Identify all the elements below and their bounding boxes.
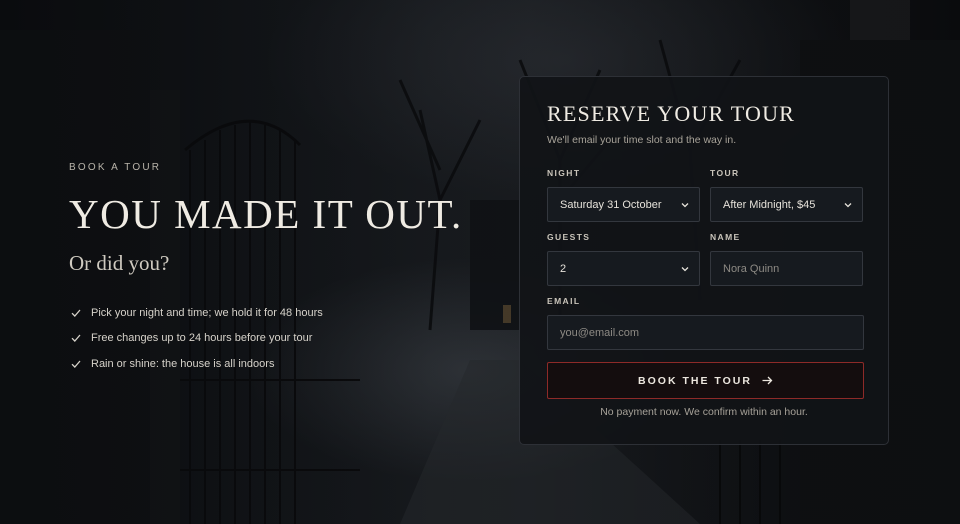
tour-select[interactable]: After Midnight, $45 [710,187,863,222]
check-icon [71,333,81,343]
tour-label: TOUR [710,168,740,178]
book-tour-button[interactable]: BOOK THE TOUR [547,362,864,399]
reservation-form: RESERVE YOUR TOUR We'll email your time … [519,76,889,445]
night-select-value: Saturday 31 October [560,198,662,211]
book-tour-button-label: BOOK THE TOUR [638,374,752,387]
night-select[interactable]: Saturday 31 October [547,187,700,222]
hero-subline: Or did you? [69,251,170,275]
hero-section: BOOK A TOUR YOU MADE IT OUT. Or did you?… [69,162,489,377]
benefit-item: Free changes up to 24 hours before your … [69,326,489,352]
tour-select-value: After Midnight, $45 [723,198,816,211]
name-label: NAME [710,232,741,242]
tour-field: TOUR After Midnight, $45 [710,168,863,222]
arrow-right-icon [762,376,773,385]
email-input[interactable]: you@email.com [547,315,864,350]
benefit-item: Rain or shine: the house is all indoors [69,351,489,377]
guests-select-value: 2 [560,262,567,275]
benefit-item: Pick your night and time; we hold it for… [69,300,489,326]
check-icon [71,308,81,318]
benefit-text: Free changes up to 24 hours before your … [91,332,313,345]
guests-select[interactable]: 2 [547,251,700,286]
form-title: RESERVE YOUR TOUR [547,101,796,126]
email-field: EMAIL you@email.com [547,296,864,350]
name-input-placeholder: Nora Quinn [723,262,780,275]
email-label: EMAIL [547,296,581,306]
hero-headline: YOU MADE IT OUT. [69,191,463,237]
form-note: No payment now. We confirm within an hou… [600,406,808,418]
name-field: NAME Nora Quinn [710,232,863,286]
guests-label: GUESTS [547,232,591,242]
chevron-down-icon [681,265,689,273]
form-subtitle: We'll email your time slot and the way i… [547,134,737,146]
night-field: NIGHT Saturday 31 October [547,168,700,222]
benefits-list: Pick your night and time; we hold it for… [69,300,489,377]
email-input-placeholder: you@email.com [560,326,640,339]
chevron-down-icon [844,201,852,209]
guests-field: GUESTS 2 [547,232,700,286]
hero-eyebrow: BOOK A TOUR [69,162,162,173]
benefit-text: Pick your night and time; we hold it for… [91,306,323,319]
night-label: NIGHT [547,168,581,178]
chevron-down-icon [681,201,689,209]
name-input[interactable]: Nora Quinn [710,251,863,286]
check-icon [71,359,81,369]
benefit-text: Rain or shine: the house is all indoors [91,357,275,370]
